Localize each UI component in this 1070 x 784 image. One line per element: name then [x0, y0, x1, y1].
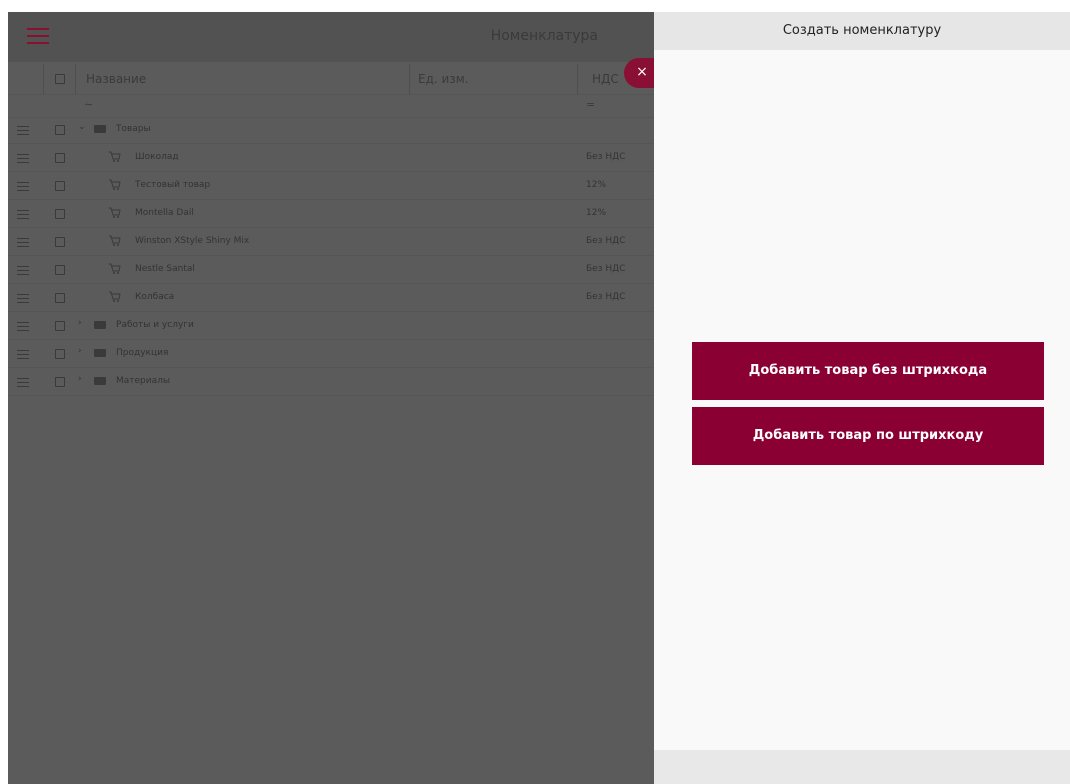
- column-header-unit-label: Ед. изм.: [418, 72, 469, 86]
- cart-icon: [109, 263, 121, 274]
- row-checkbox[interactable]: [55, 377, 65, 387]
- row-vat: Без НДС: [586, 292, 626, 302]
- select-all-cell: [44, 64, 76, 94]
- row-name: Montella Dail: [135, 208, 194, 218]
- select-all-checkbox[interactable]: [55, 74, 65, 84]
- folder-open-icon: [94, 125, 106, 133]
- chevron-right-icon[interactable]: ›: [78, 346, 82, 356]
- column-header-unit[interactable]: Ед. изм.: [410, 64, 578, 94]
- drag-handle-icon[interactable]: [17, 322, 29, 331]
- row-checkbox[interactable]: [55, 321, 65, 331]
- close-panel-button[interactable]: ×: [624, 58, 654, 88]
- row-checkbox[interactable]: [55, 181, 65, 191]
- app: Номенклатура Название Ед. изм. НДС ∼ = ⌄…: [8, 12, 1070, 784]
- cart-icon: [109, 151, 121, 162]
- cart-icon: [109, 179, 121, 190]
- folder-row[interactable]: › Продукция: [8, 340, 654, 368]
- page-title: Номенклатура: [490, 28, 598, 44]
- row-name: Материалы: [116, 376, 170, 386]
- chevron-right-icon[interactable]: ›: [78, 318, 82, 328]
- add-without-barcode-button[interactable]: Добавить товар без штрихкода: [692, 342, 1044, 400]
- drag-handle-icon[interactable]: [17, 126, 29, 135]
- row-name: Winston XStyle Shiny Mix: [135, 236, 250, 246]
- drag-handle-icon[interactable]: [17, 294, 29, 303]
- folder-row[interactable]: › Материалы: [8, 368, 654, 396]
- filter-row: ∼ =: [8, 94, 654, 118]
- row-name: Продукция: [116, 348, 169, 358]
- name-filter-icon[interactable]: ∼: [84, 98, 93, 111]
- folder-icon: [94, 349, 106, 357]
- drag-handle-icon[interactable]: [17, 266, 29, 275]
- cart-icon: [109, 207, 121, 218]
- table-header: Название Ед. изм. НДС: [8, 64, 654, 94]
- row-checkbox[interactable]: [55, 265, 65, 275]
- drag-handle-icon[interactable]: [17, 154, 29, 163]
- table-row[interactable]: Montella Dail 12%: [8, 200, 654, 228]
- row-vat: 12%: [586, 208, 607, 218]
- row-name: Nestle Santal: [135, 264, 195, 274]
- chevron-right-icon[interactable]: ›: [78, 374, 82, 384]
- nomenclature-panel: Номенклатура Название Ед. изм. НДС ∼ = ⌄…: [8, 12, 654, 784]
- hamburger-icon[interactable]: [27, 25, 49, 47]
- row-checkbox[interactable]: [55, 293, 65, 303]
- table-row[interactable]: Winston XStyle Shiny Mix Без НДС: [8, 228, 654, 256]
- row-checkbox[interactable]: [55, 349, 65, 359]
- row-vat: Без НДС: [586, 152, 626, 162]
- top-bar: Номенклатура: [8, 12, 654, 62]
- row-vat: Без НДС: [586, 264, 626, 274]
- column-header-name-label: Название: [86, 72, 147, 86]
- row-checkbox[interactable]: [55, 209, 65, 219]
- chevron-down-icon[interactable]: ⌄: [78, 122, 86, 132]
- row-vat: Без НДС: [586, 236, 626, 246]
- table-row[interactable]: Шоколад Без НДС: [8, 144, 654, 172]
- folder-row[interactable]: › Работы и услуги: [8, 312, 654, 340]
- cart-icon: [109, 291, 121, 302]
- row-name: Колбаса: [135, 292, 175, 302]
- row-name: Шоколад: [135, 152, 179, 162]
- row-name: Работы и услуги: [116, 320, 194, 330]
- folder-row[interactable]: ⌄ Товары: [8, 116, 654, 144]
- folder-icon: [94, 377, 106, 385]
- row-checkbox[interactable]: [55, 237, 65, 247]
- add-by-barcode-button[interactable]: Добавить товар по штрихкоду: [692, 407, 1044, 465]
- panel-title: Создать номенклатуру: [654, 12, 1070, 50]
- row-checkbox[interactable]: [55, 125, 65, 135]
- table-row[interactable]: Тестовый товар 12%: [8, 172, 654, 200]
- column-header-vat-label: НДС: [592, 72, 619, 86]
- row-vat: 12%: [586, 180, 607, 190]
- vat-filter-icon[interactable]: =: [586, 98, 595, 111]
- row-name: Тестовый товар: [135, 180, 211, 190]
- drag-handle-icon[interactable]: [17, 182, 29, 191]
- table-row[interactable]: Колбаса Без НДС: [8, 284, 654, 312]
- drag-handle-icon[interactable]: [17, 378, 29, 387]
- drag-handle-icon[interactable]: [17, 238, 29, 247]
- create-nomenclature-panel: Создать номенклатуру Добавить товар без …: [654, 12, 1070, 784]
- table-body: ⌄ Товары Шоколад Без НДС Тестовый товар 12% Mo…: [8, 116, 654, 396]
- cart-icon: [109, 235, 121, 246]
- table-row[interactable]: Nestle Santal Без НДС: [8, 256, 654, 284]
- drag-handle-icon[interactable]: [17, 210, 29, 219]
- column-header-name[interactable]: Название: [76, 64, 410, 94]
- panel-footer: [654, 750, 1070, 784]
- row-checkbox[interactable]: [55, 153, 65, 163]
- drag-column-header: [8, 64, 44, 94]
- folder-icon: [94, 321, 106, 329]
- drag-handle-icon[interactable]: [17, 350, 29, 359]
- row-name: Товары: [116, 124, 151, 134]
